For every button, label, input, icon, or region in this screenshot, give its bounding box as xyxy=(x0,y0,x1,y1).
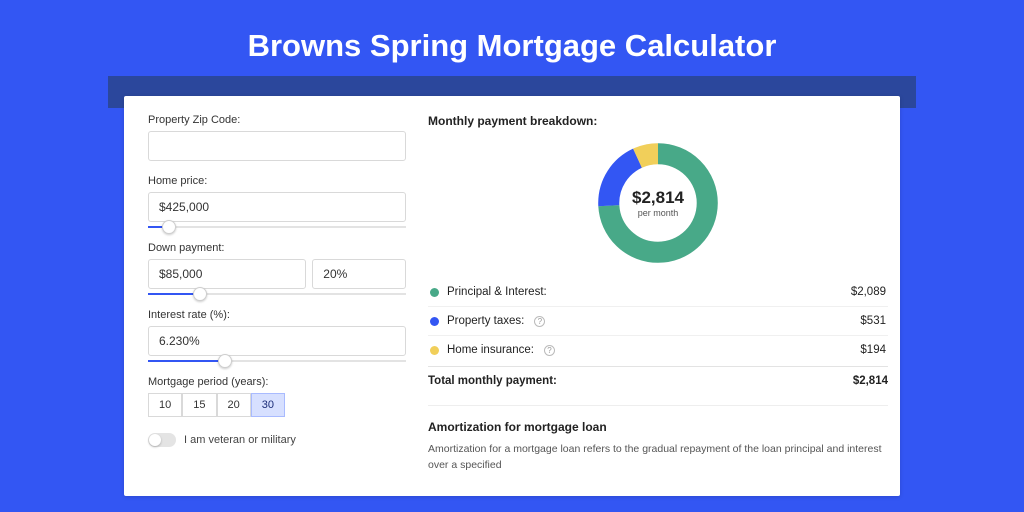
zip-label: Property Zip Code: xyxy=(148,114,406,126)
down-payment-input[interactable] xyxy=(148,259,306,289)
payment-donut-chart: $2,814 per month xyxy=(593,138,723,268)
legend-row: Principal & Interest: $2,089 xyxy=(428,278,888,306)
legend-row: Property taxes:? $531 xyxy=(428,306,888,335)
amortization-text: Amortization for a mortgage loan refers … xyxy=(428,442,888,474)
down-payment-slider[interactable] xyxy=(148,293,406,295)
legend-label: Property taxes: xyxy=(447,315,524,327)
total-label: Total monthly payment: xyxy=(428,375,557,387)
breakdown-title: Monthly payment breakdown: xyxy=(428,114,888,128)
home-price-input[interactable] xyxy=(148,192,406,222)
donut-value: $2,814 xyxy=(632,188,684,208)
toggle-knob xyxy=(149,434,161,446)
veteran-row: I am veteran or military xyxy=(148,433,406,447)
period-option-30[interactable]: 30 xyxy=(251,393,285,417)
donut-subtext: per month xyxy=(638,208,679,218)
zip-input[interactable] xyxy=(148,131,406,161)
interest-input[interactable] xyxy=(148,326,406,356)
legend-row: Home insurance:? $194 xyxy=(428,335,888,364)
legend-dot-icon xyxy=(430,346,439,355)
total-row: Total monthly payment: $2,814 xyxy=(428,366,888,387)
slider-thumb[interactable] xyxy=(162,220,176,234)
legend-dot-icon xyxy=(430,288,439,297)
info-icon[interactable]: ? xyxy=(544,345,555,356)
legend-value: $531 xyxy=(860,315,886,327)
period-label: Mortgage period (years): xyxy=(148,376,406,388)
period-option-10[interactable]: 10 xyxy=(148,393,182,417)
amortization-section: Amortization for mortgage loan Amortizat… xyxy=(428,405,888,474)
breakdown-panel: Monthly payment breakdown: $2,814 per mo… xyxy=(428,114,888,490)
period-group: Mortgage period (years): 10152030 xyxy=(148,376,406,417)
legend-dot-icon xyxy=(430,317,439,326)
info-icon[interactable]: ? xyxy=(534,316,545,327)
slider-thumb[interactable] xyxy=(218,354,232,368)
veteran-toggle[interactable] xyxy=(148,433,176,447)
calculator-card: Property Zip Code: Home price: Down paym… xyxy=(124,96,900,496)
down-payment-pct-input[interactable] xyxy=(312,259,406,289)
down-payment-label: Down payment: xyxy=(148,242,406,254)
form-panel: Property Zip Code: Home price: Down paym… xyxy=(148,114,406,490)
legend-value: $194 xyxy=(860,344,886,356)
veteran-label: I am veteran or military xyxy=(184,434,296,446)
period-option-15[interactable]: 15 xyxy=(182,393,216,417)
interest-label: Interest rate (%): xyxy=(148,309,406,321)
legend-label: Home insurance: xyxy=(447,344,534,356)
down-payment-group: Down payment: xyxy=(148,242,406,295)
home-price-slider[interactable] xyxy=(148,226,406,228)
period-option-20[interactable]: 20 xyxy=(217,393,251,417)
legend-label: Principal & Interest: xyxy=(447,286,547,298)
home-price-label: Home price: xyxy=(148,175,406,187)
total-value: $2,814 xyxy=(853,375,888,387)
legend-list: Principal & Interest: $2,089 Property taxe… xyxy=(428,278,888,364)
legend-value: $2,089 xyxy=(851,286,886,298)
home-price-group: Home price: xyxy=(148,175,406,228)
period-options: 10152030 xyxy=(148,393,406,417)
interest-slider[interactable] xyxy=(148,360,406,362)
amortization-title: Amortization for mortgage loan xyxy=(428,420,888,434)
slider-thumb[interactable] xyxy=(193,287,207,301)
zip-group: Property Zip Code: xyxy=(148,114,406,161)
page-title: Browns Spring Mortgage Calculator xyxy=(0,0,1024,76)
interest-group: Interest rate (%): xyxy=(148,309,406,362)
